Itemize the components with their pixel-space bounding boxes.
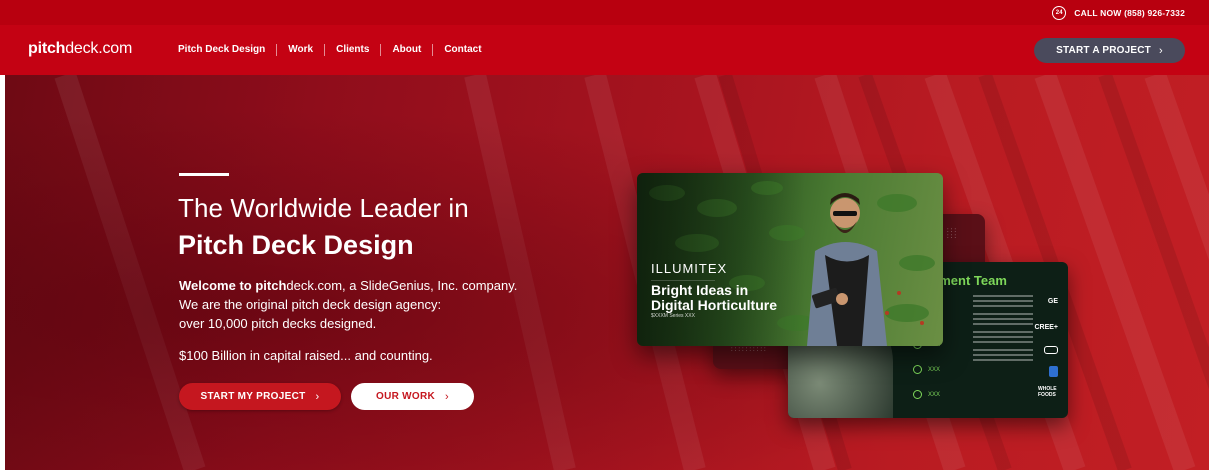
nav-item-work[interactable]: Work	[276, 44, 324, 56]
start-my-project-label: START MY PROJECT	[200, 391, 306, 402]
slide-title-line1: Bright Ideas in	[651, 282, 749, 298]
call-now-link[interactable]: CALL NOW (858) 926-7332	[1074, 8, 1185, 18]
site-logo[interactable]: pitchdeck.com	[28, 40, 132, 58]
chevron-right-icon: ›	[1158, 44, 1163, 57]
phone-24h-icon: 24	[1052, 5, 1067, 20]
ge-logo: GE	[1047, 298, 1058, 305]
team-bio-lines	[973, 295, 1033, 364]
hero-heading-line1: The Worldwide Leader in	[178, 193, 469, 223]
start-a-project-button[interactable]: START A PROJECT ›	[1034, 38, 1185, 63]
intro-line3: over 10,000 pitch decks designed.	[179, 316, 377, 331]
whole-foods-logo: WHOLE FOODS	[1038, 386, 1057, 398]
slide-gradient-overlay	[637, 173, 806, 346]
hero-intro: Welcome to pitchdeck.com, a SlideGenius,…	[179, 276, 517, 333]
nav-item-pitch-deck-design[interactable]: Pitch Deck Design	[178, 44, 276, 56]
logo-bold-text: pitch	[28, 40, 66, 57]
nav-item-contact[interactable]: Contact	[432, 44, 492, 56]
chevron-right-icon: ›	[445, 390, 450, 403]
team-member-name: XXX	[928, 392, 941, 399]
shield-logo-icon	[1049, 366, 1058, 377]
hero-heading-line2: Pitch Deck Design	[178, 230, 414, 260]
slide-title: Bright Ideas in Digital Horticulture	[651, 283, 777, 313]
slide-series-text: $XXXM Series XXX	[651, 313, 695, 319]
partner-logo	[1044, 346, 1058, 354]
hero-section: The Worldwide Leader in Pitch Deck Desig…	[5, 75, 1209, 470]
slide-preview-illumitex: ILLUMITEX ———————————————— Bright Ideas …	[637, 173, 943, 346]
nav-item-clients[interactable]: Clients	[324, 44, 380, 56]
dot-pattern-decoration: ::::::	[947, 228, 959, 240]
welcome-rest: deck.com, a SlideGenius, Inc. company.	[286, 278, 518, 293]
nav-item-about[interactable]: About	[380, 44, 432, 56]
primary-nav: Pitch Deck Design Work Clients About Con…	[178, 44, 493, 56]
team-slide-title: ement Team	[932, 273, 1007, 288]
dot-pattern-decoration: ::::::::::	[731, 347, 768, 353]
chevron-right-icon: ›	[315, 390, 320, 403]
welcome-bold: Welcome to pitch	[179, 278, 287, 293]
heading-accent-rule	[179, 173, 229, 176]
team-member-row: XXX	[913, 365, 940, 374]
intro-line2: We are the original pitch deck design ag…	[179, 297, 442, 312]
team-member-name: XXX	[928, 367, 941, 374]
our-work-button[interactable]: OUR WORK ›	[351, 383, 474, 410]
main-navbar: pitchdeck.com Pitch Deck Design Work Cli…	[0, 25, 1209, 75]
slide-title-line2: Digital Horticulture	[651, 297, 778, 313]
cree-logo: CREE+	[1034, 324, 1058, 331]
person-icon	[913, 390, 922, 399]
logo-rest-text: deck.com	[65, 40, 133, 57]
team-member-row: XXX	[913, 390, 940, 399]
our-work-label: OUR WORK	[375, 391, 436, 402]
start-a-project-label: START A PROJECT	[1056, 45, 1151, 56]
person-icon	[913, 365, 922, 374]
start-my-project-button[interactable]: START MY PROJECT ›	[179, 383, 341, 410]
top-bar: 24 CALL NOW (858) 926-7332	[0, 0, 1209, 25]
illumitex-brand: ILLUMITEX	[651, 261, 728, 276]
capital-raised-text: $100 Billion in capital raised... and co…	[179, 348, 433, 363]
